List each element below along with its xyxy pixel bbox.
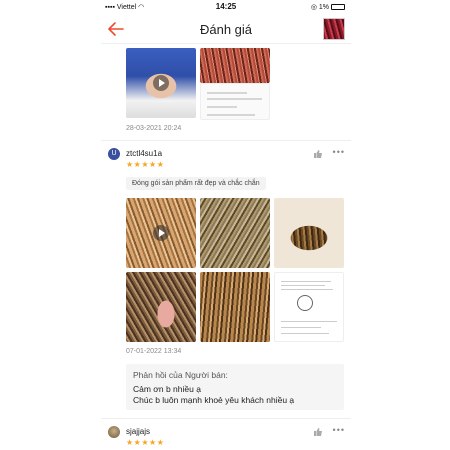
thumbs-up-icon[interactable] (313, 427, 323, 437)
review-image[interactable] (200, 272, 270, 342)
reviewer-username: ztctl4su1a (126, 149, 163, 158)
status-bar: ▪▪▪▪ Viettel ◠ 14:25 ◎ 1% (101, 0, 351, 14)
review-image[interactable] (200, 48, 270, 83)
seller-reply-heading: Phản hồi của Người bán: (133, 370, 228, 380)
alarm-icon: ◎ (310, 4, 319, 11)
review-video-thumbnail[interactable] (126, 198, 196, 268)
star-rating: ★★★★★ (126, 160, 165, 169)
divider (101, 140, 351, 141)
product-thumbnail[interactable] (323, 18, 345, 40)
divider (101, 418, 351, 419)
battery-icon (331, 4, 345, 11)
avatar[interactable] (108, 426, 120, 438)
more-icon[interactable]: ••• (333, 147, 345, 157)
seller-reply-line: Chúc b luôn mạnh khoẻ yêu khách nhiều ạ (133, 395, 295, 405)
review-screen: ▪▪▪▪ Viettel ◠ 14:25 ◎ 1% Đánh giá 28-03… (101, 0, 351, 450)
play-icon[interactable] (153, 75, 169, 91)
avatar[interactable]: U (108, 148, 120, 160)
reviewer-username: sjajjajs (126, 427, 151, 436)
seller-reply: Phản hồi của Người bán: Cảm ơn b nhiều ạ… (126, 364, 344, 410)
thumbs-up-icon[interactable] (313, 149, 323, 159)
review-video-thumbnail[interactable] (126, 48, 196, 118)
battery-indicator: ◎ 1% (311, 3, 345, 11)
review-timestamp: 28-03-2021 20:24 (126, 125, 182, 132)
review-image[interactable] (274, 272, 344, 342)
page-header: Đánh giá (101, 14, 351, 44)
review-image[interactable] (274, 198, 344, 268)
star-rating: ★★★★★ (126, 438, 165, 447)
play-icon[interactable] (153, 225, 169, 241)
more-icon[interactable]: ••• (333, 425, 345, 435)
review-image[interactable] (200, 198, 270, 268)
review-image[interactable] (200, 83, 270, 120)
page-title: Đánh giá (199, 22, 253, 37)
seller-reply-line: Cảm ơn b nhiều ạ (133, 384, 201, 394)
review-timestamp: 07-01-2022 13:34 (126, 348, 182, 355)
review-image[interactable] (126, 272, 196, 342)
review-tag: Đóng gói sản phẩm rất đẹp và chắc chắn (126, 177, 266, 190)
